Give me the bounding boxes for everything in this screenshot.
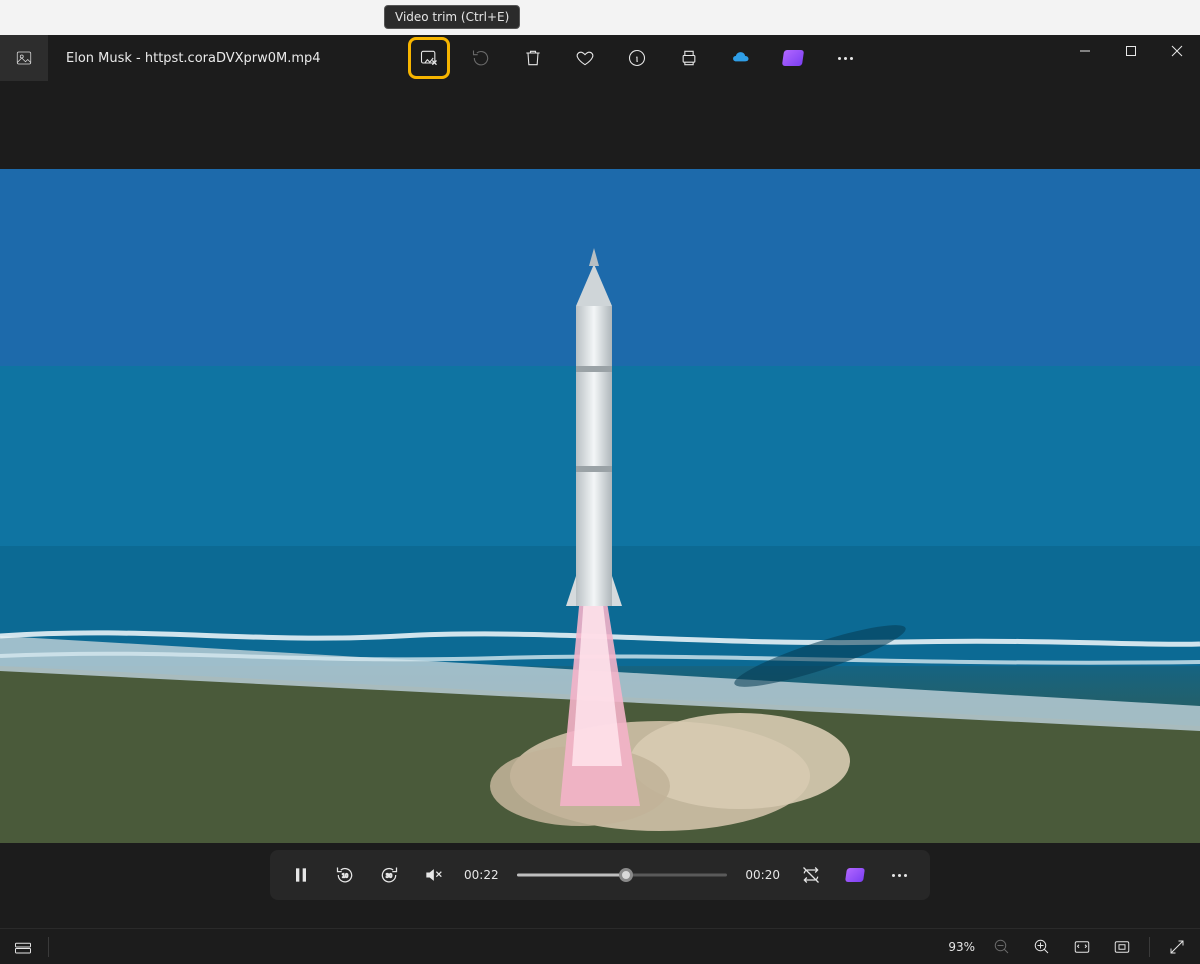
seek-slider[interactable] <box>517 865 728 885</box>
video-frame <box>0 169 1200 843</box>
heart-icon <box>575 48 595 68</box>
skip-forward-icon: 30 <box>379 865 399 885</box>
maximize-icon <box>1125 45 1137 57</box>
volume-mute-icon <box>423 865 443 885</box>
video-trim-icon <box>419 48 439 68</box>
svg-text:30: 30 <box>386 874 392 880</box>
media-viewport[interactable]: 10 30 00:22 00:20 <box>0 81 1200 928</box>
gallery-toggle-button[interactable] <box>0 35 48 81</box>
delete-button[interactable] <box>514 39 552 77</box>
fullscreen-button[interactable] <box>1164 934 1190 960</box>
svg-text:10: 10 <box>342 874 348 880</box>
separator <box>1149 937 1150 957</box>
titlebar: Elon Musk - httpst.coraDVXprw0M.mp4 <box>0 35 1200 81</box>
actual-size-button[interactable] <box>1109 934 1135 960</box>
close-button[interactable] <box>1154 35 1200 67</box>
fullscreen-icon <box>1168 938 1186 956</box>
file-title: Elon Musk - httpst.coraDVXprw0M.mp4 <box>66 51 321 66</box>
photos-app-window: Elon Musk - httpst.coraDVXprw0M.mp4 <box>0 35 1200 964</box>
trash-icon <box>523 48 543 68</box>
zoom-out-icon <box>993 938 1011 956</box>
window-controls <box>1062 35 1200 81</box>
skip-back-button[interactable]: 10 <box>332 862 358 888</box>
skip-forward-button[interactable]: 30 <box>376 862 402 888</box>
total-time: 00:20 <box>745 868 780 882</box>
statusbar: 93% <box>0 928 1200 964</box>
info-icon <box>627 48 647 68</box>
actual-size-icon <box>1113 938 1131 956</box>
playback-more-button[interactable] <box>886 862 912 888</box>
loop-off-icon <box>801 865 821 885</box>
video-still-svg <box>0 169 1200 843</box>
print-button[interactable] <box>670 39 708 77</box>
filmstrip-icon <box>14 938 32 956</box>
zoom-in-icon <box>1033 938 1051 956</box>
rotate-button[interactable] <box>462 39 500 77</box>
current-time: 00:22 <box>464 868 499 882</box>
minimize-icon <box>1079 45 1091 57</box>
clipchamp-icon <box>782 50 804 66</box>
more-icon <box>892 874 907 877</box>
gallery-icon <box>15 49 33 67</box>
pause-icon <box>291 865 311 885</box>
clipchamp-icon <box>845 868 865 882</box>
minimize-button[interactable] <box>1062 35 1108 67</box>
onedrive-button[interactable] <box>722 39 760 77</box>
tooltip-video-trim: Video trim (Ctrl+E) <box>384 5 520 29</box>
zoom-in-button[interactable] <box>1029 934 1055 960</box>
video-trim-button[interactable] <box>410 39 448 77</box>
loop-button[interactable] <box>798 862 824 888</box>
playback-bar: 10 30 00:22 00:20 <box>270 850 930 900</box>
more-icon <box>838 57 853 60</box>
more-button[interactable] <box>826 39 864 77</box>
rotate-icon <box>471 48 491 68</box>
clipchamp-button[interactable] <box>774 39 812 77</box>
maximize-button[interactable] <box>1108 35 1154 67</box>
filmstrip-toggle-button[interactable] <box>10 934 36 960</box>
top-toolbar <box>410 35 864 81</box>
info-button[interactable] <box>618 39 656 77</box>
mute-button[interactable] <box>420 862 446 888</box>
seek-thumb[interactable] <box>619 868 633 882</box>
seek-fill <box>517 874 627 877</box>
favorite-button[interactable] <box>566 39 604 77</box>
zoom-out-button[interactable] <box>989 934 1015 960</box>
fit-window-icon <box>1073 938 1091 956</box>
clipchamp-playback-button[interactable] <box>842 862 868 888</box>
close-icon <box>1171 45 1183 57</box>
zoom-percent: 93% <box>948 940 975 954</box>
play-pause-button[interactable] <box>288 862 314 888</box>
print-icon <box>679 48 699 68</box>
fit-to-window-button[interactable] <box>1069 934 1095 960</box>
skip-back-icon: 10 <box>335 865 355 885</box>
onedrive-icon <box>731 48 751 68</box>
separator <box>48 937 49 957</box>
